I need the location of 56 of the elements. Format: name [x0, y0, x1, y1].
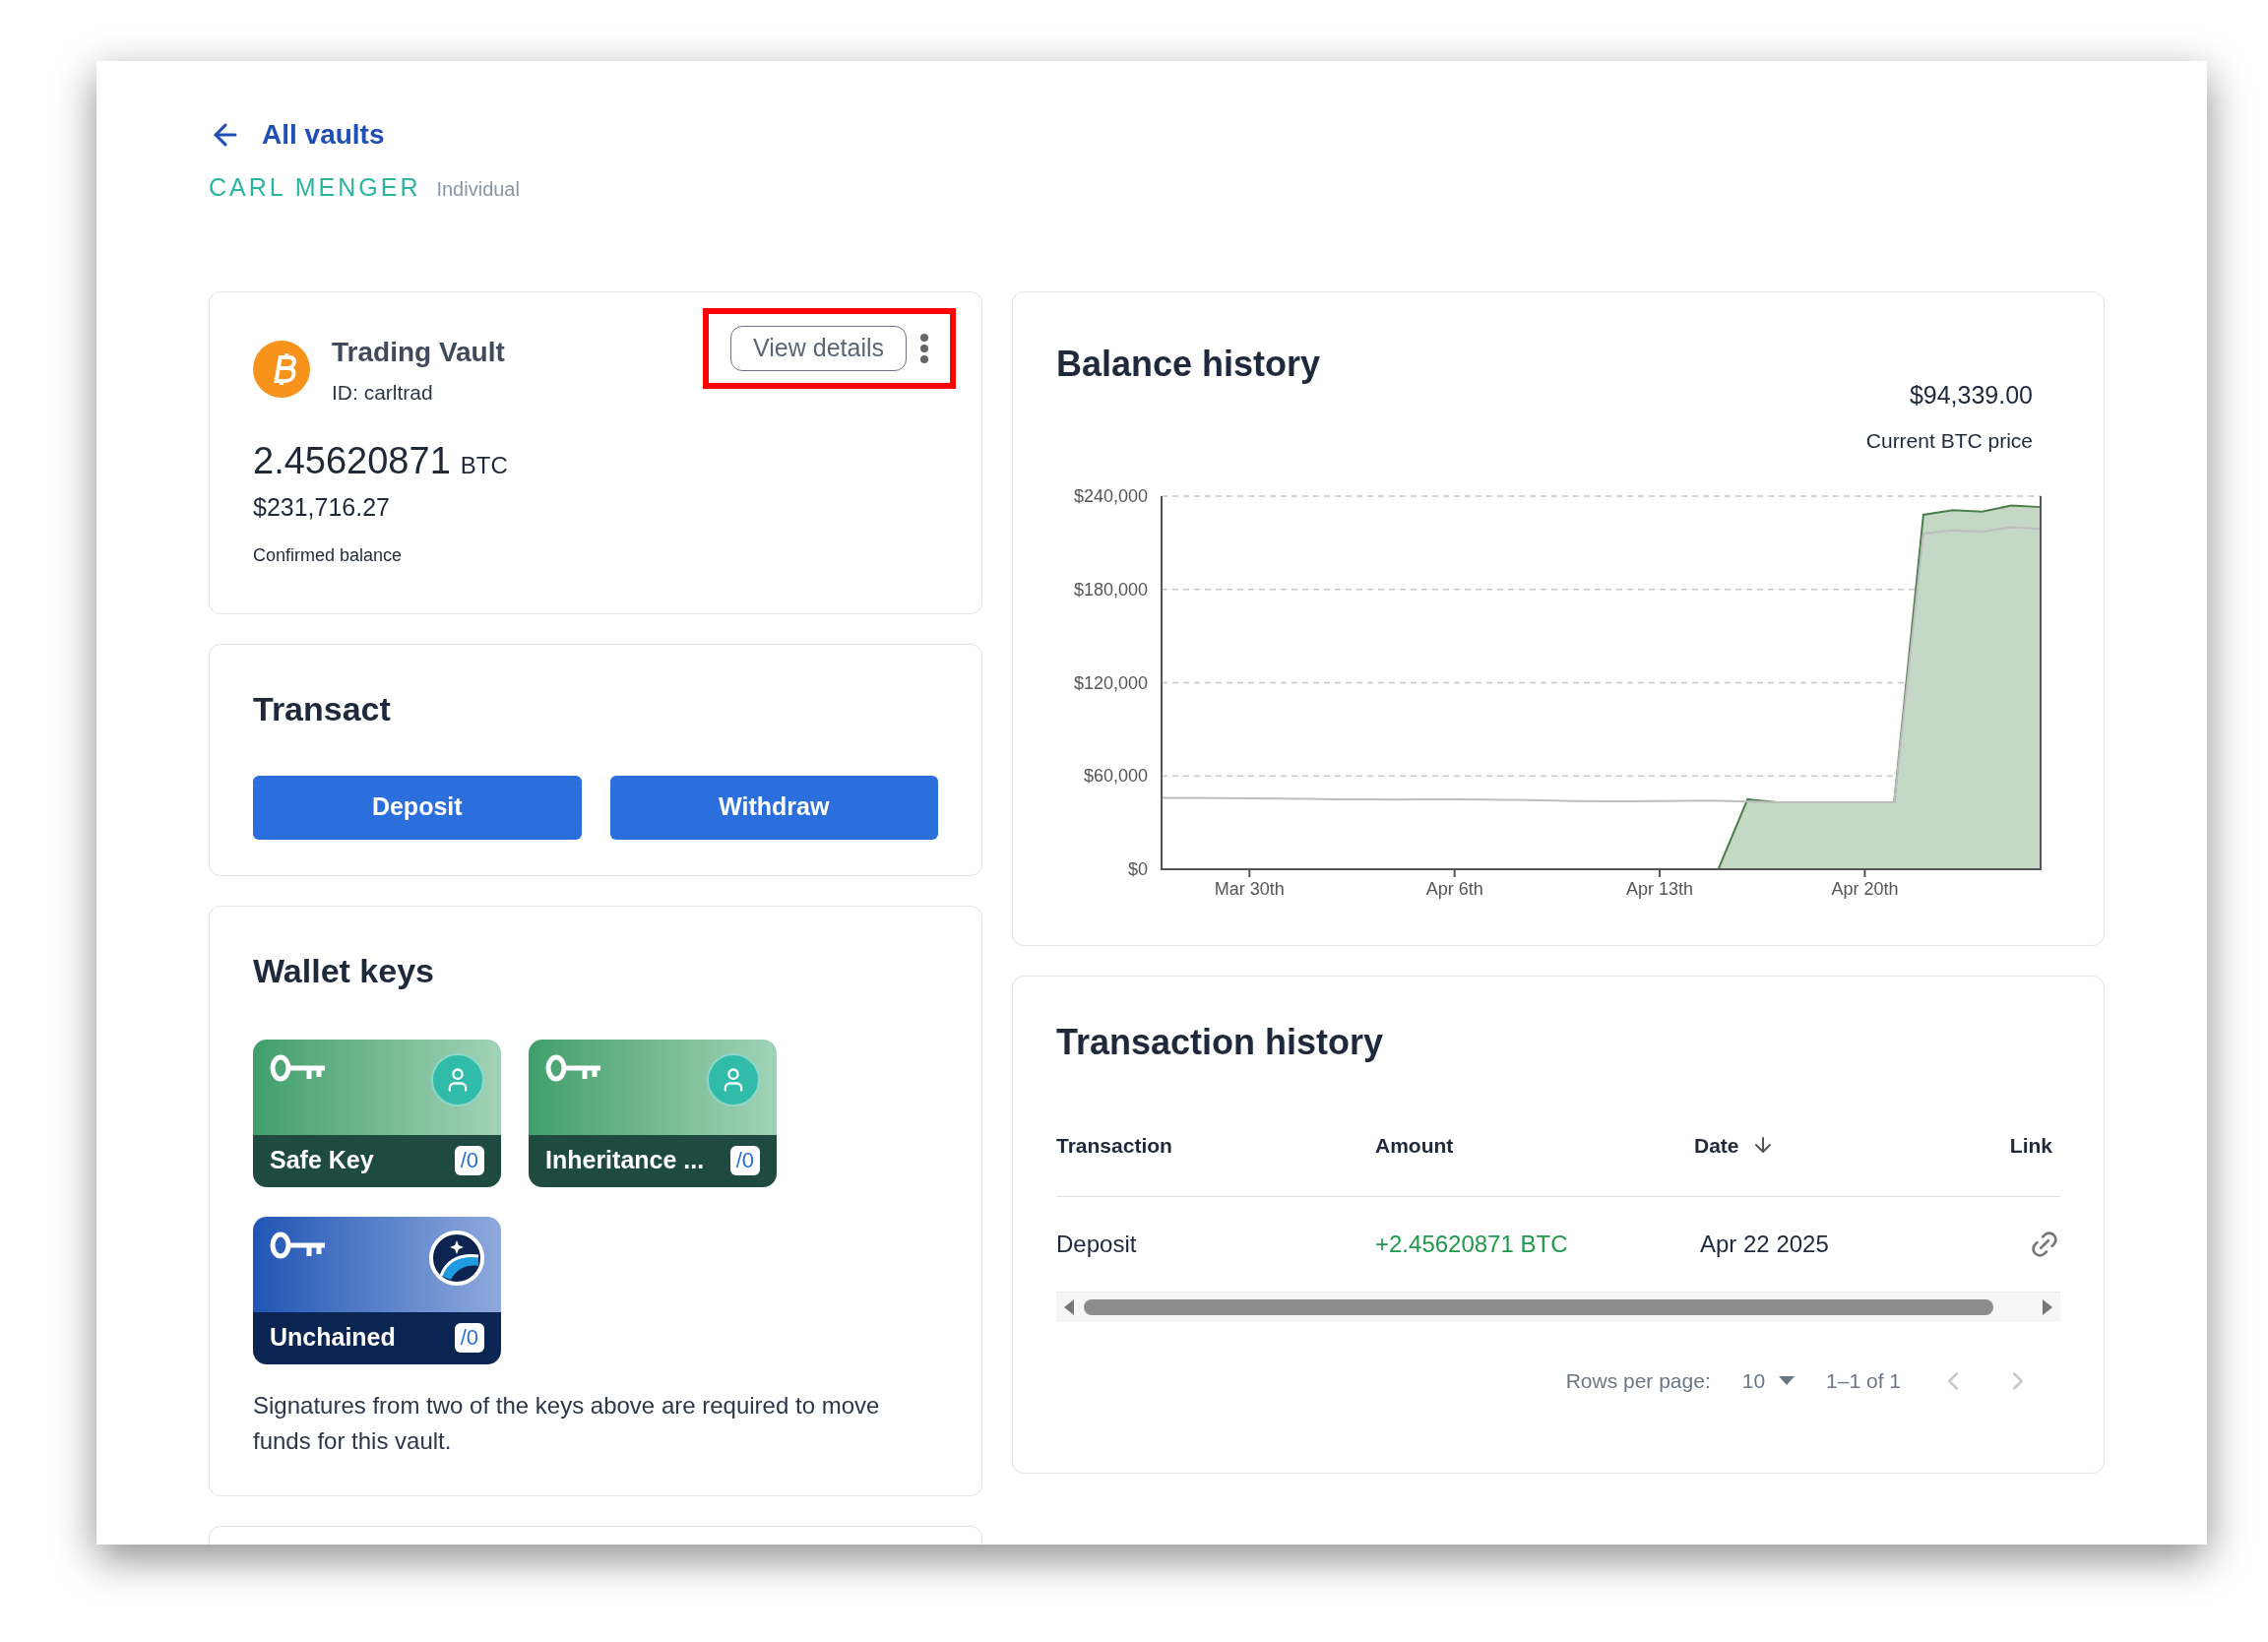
y-tick-label: $60,000	[1083, 765, 1148, 786]
key-name: Inheritance ...	[545, 1145, 705, 1176]
scroll-left-icon[interactable]	[1062, 1298, 1076, 1316]
btc-unit: BTC	[460, 451, 508, 480]
y-tick-label: $240,000	[1073, 485, 1148, 506]
person-avatar-icon	[707, 1052, 760, 1106]
key-name: Safe Key	[270, 1145, 374, 1176]
x-tick-label: Mar 30th	[1214, 878, 1285, 899]
balance-history-title: Balance history	[1056, 342, 1321, 386]
withdraw-button[interactable]: Withdraw	[609, 775, 938, 840]
y-tick-label: $120,000	[1073, 672, 1148, 692]
logo-icon	[429, 1230, 484, 1286]
btc-price-label: Current BTC price	[1865, 428, 2033, 454]
deposit-button[interactable]: Deposit	[253, 775, 582, 840]
key-icon	[545, 1052, 602, 1083]
column-header[interactable]: Transaction	[1056, 1129, 1172, 1161]
transact-title: Transact	[253, 688, 392, 729]
rows-per-page-label: Rows per page:	[1565, 1368, 1711, 1394]
scroll-right-icon[interactable]	[2041, 1298, 2054, 1316]
vault-id: ID: carltrad	[332, 379, 434, 406]
page-range: 1–1 of 1	[1826, 1368, 1901, 1394]
signature-note: Signatures from two of the keys above are required to move funds for this vault.	[253, 1390, 881, 1456]
btc-price: $94,339.00	[1909, 379, 2033, 410]
back-link[interactable]: All vaults	[209, 114, 385, 156]
key-icon	[270, 1052, 327, 1083]
caret-icon	[1779, 1375, 1796, 1386]
bitcoin-icon	[253, 341, 310, 399]
more-options-icon[interactable]	[920, 333, 928, 363]
table-cell-text: +2.45620871 BTC	[1375, 1230, 1569, 1259]
vault-name: Trading Vault	[332, 335, 505, 369]
y-tick-label: $0	[1127, 858, 1148, 879]
y-tick-label: $180,000	[1073, 579, 1148, 600]
x-tick-label: Apr 20th	[1831, 878, 1899, 899]
horizontal-scrollbar[interactable]	[1056, 1293, 2060, 1322]
wallet-keys-title: Wallet keys	[253, 950, 435, 991]
owner-name: CARL MENGER	[209, 172, 421, 203]
view-details-button[interactable]: View details	[730, 325, 907, 371]
person-avatar-icon	[431, 1052, 484, 1106]
transaction-history-title: Transaction history	[1056, 1020, 1385, 1064]
usd-balance: $231,716.27	[253, 492, 392, 523]
column-header[interactable]: Date	[1694, 1129, 1739, 1161]
btc-balance: 2.45620871	[253, 439, 451, 483]
key-name: Unchained	[270, 1322, 396, 1354]
key-index-badge: /0	[729, 1146, 760, 1175]
owner-type: Individual	[436, 177, 520, 202]
key-icon	[270, 1230, 327, 1260]
column-header[interactable]: Link	[2009, 1129, 2052, 1161]
table-cell-text: Apr 22 2025	[1700, 1230, 1830, 1259]
key-index-badge: /0	[454, 1146, 484, 1175]
x-tick-label: Apr 13th	[1626, 878, 1694, 899]
rows-per-page-select[interactable]: 10	[1741, 1365, 1796, 1397]
table-cell-text: Deposit	[1056, 1230, 1138, 1259]
balance-label: Confirmed balance	[253, 543, 404, 567]
column-header[interactable]: Amount	[1375, 1129, 1454, 1161]
x-tick-label: Apr 6th	[1425, 878, 1483, 899]
key-index-badge: /0	[454, 1323, 484, 1353]
